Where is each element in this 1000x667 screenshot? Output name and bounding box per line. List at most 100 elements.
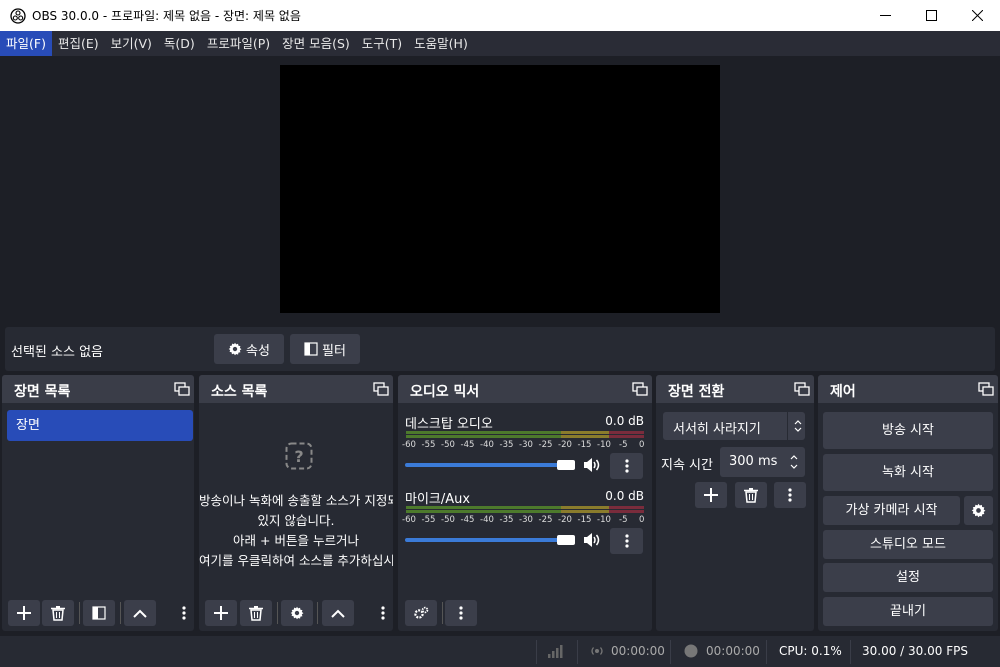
volume-slider[interactable]	[405, 535, 575, 545]
move-source-up-button[interactable]	[322, 600, 354, 626]
channel-db: 0.0 dB	[605, 489, 644, 503]
audio-mixer-dock: 오디오 믹서 데스크탑 오디오 0.0 dB -60 -55 -50 -45 -40 -3…	[398, 375, 652, 631]
add-transition-button[interactable]	[695, 482, 727, 508]
volume-slider-handle[interactable]	[557, 535, 575, 545]
close-button[interactable]	[954, 0, 1000, 31]
menu-scene-collection[interactable]: 장면 모음(S)	[276, 31, 356, 56]
minimize-button[interactable]	[862, 0, 908, 31]
settings-button[interactable]: 설정	[823, 563, 993, 592]
meter-tick: -5	[619, 515, 628, 525]
source-menu-button[interactable]	[377, 600, 389, 626]
mixer-settings-button[interactable]	[405, 600, 437, 626]
undock-icon[interactable]	[373, 382, 389, 396]
remove-source-button[interactable]	[240, 600, 272, 626]
properties-button[interactable]: 속성	[214, 334, 284, 364]
speaker-icon[interactable]	[583, 532, 601, 548]
duration-value: 300 ms	[729, 454, 778, 469]
menu-docks[interactable]: 독(D)	[158, 31, 201, 56]
start-virtual-camera-button[interactable]: 가상 카메라 시작	[823, 496, 960, 525]
add-scene-button[interactable]	[8, 600, 40, 626]
scene-item[interactable]: 장면	[7, 410, 193, 441]
filter-icon	[304, 342, 318, 356]
meter-tick: -40	[480, 440, 494, 450]
meter-tick: -60	[402, 440, 416, 450]
sources-empty-line: 여기를 우클릭하여 소스를 추가하십시오.	[199, 553, 393, 568]
menu-profile[interactable]: 프로파일(P)	[201, 31, 276, 56]
meter-tick: -55	[421, 440, 436, 450]
channel-name: 마이크/Aux	[405, 492, 471, 507]
menu-edit[interactable]: 편집(E)	[52, 31, 105, 56]
sources-empty-line: 있지 않습니다.	[257, 513, 335, 528]
transition-select[interactable]: 서서히 사라지기	[663, 412, 805, 440]
chevron-up-icon	[331, 609, 345, 618]
meter-tick: -15	[577, 515, 592, 525]
speaker-icon[interactable]	[583, 457, 601, 473]
remove-scene-button[interactable]	[42, 600, 74, 626]
remove-transition-button[interactable]	[735, 482, 767, 508]
minimize-icon	[879, 15, 891, 16]
controls-title: 제어	[830, 384, 856, 400]
record-time: 00:00:00	[706, 644, 760, 658]
meter-tick: -25	[538, 515, 553, 525]
meter-tick: -50	[441, 515, 455, 525]
scene-filters-button[interactable]	[83, 600, 115, 626]
volume-meter	[406, 431, 644, 438]
controls-dock: 제어 방송 시작 녹화 시작 가상 카메라 시작 스튜디오 모드 설정 끝내기	[818, 375, 998, 631]
obs-window: OBS 30.0.0 - 프로파일: 제목 없음 - 장면: 제목 없음 파일(…	[0, 0, 1000, 667]
add-source-button[interactable]	[205, 600, 237, 626]
preview-canvas[interactable]	[280, 65, 720, 313]
mixer-menu-button[interactable]	[445, 600, 477, 626]
meter-tick: -55	[421, 515, 436, 525]
undock-icon[interactable]	[632, 382, 648, 396]
volume-slider[interactable]	[405, 460, 575, 470]
maximize-button[interactable]	[908, 0, 954, 31]
maximize-icon	[925, 10, 937, 21]
menu-tools[interactable]: 도구(T)	[356, 31, 408, 56]
meter-tick: 0	[639, 440, 645, 450]
trash-icon	[249, 605, 263, 621]
undock-icon[interactable]	[978, 382, 994, 396]
meter-tick: -35	[499, 515, 514, 525]
more-vertical-icon	[381, 606, 385, 620]
filters-button[interactable]: 필터	[290, 334, 360, 364]
undock-icon[interactable]	[174, 382, 190, 396]
undock-icon[interactable]	[794, 382, 810, 396]
chevron-up-icon	[133, 609, 147, 618]
mixer-title: 오디오 믹서	[410, 384, 480, 400]
exit-button[interactable]: 끝내기	[823, 597, 993, 626]
source-properties-button[interactable]	[281, 600, 313, 626]
signal-bars-icon	[548, 645, 563, 658]
start-recording-button[interactable]: 녹화 시작	[823, 454, 993, 491]
cpu-usage: CPU: 0.1%	[779, 644, 842, 658]
channel-menu-button[interactable]	[610, 453, 643, 479]
plus-icon	[704, 488, 718, 502]
studio-mode-button[interactable]: 스튜디오 모드	[823, 530, 993, 559]
menu-file[interactable]: 파일(F)	[0, 31, 52, 56]
preview-area	[0, 56, 1000, 324]
more-vertical-icon	[624, 534, 629, 548]
scene-menu-button[interactable]	[178, 600, 190, 626]
updown-chevron-icon	[790, 455, 798, 469]
meter-tick: -10	[597, 440, 611, 450]
stream-time: 00:00:00	[611, 644, 665, 658]
virtual-camera-settings-button[interactable]	[964, 496, 993, 525]
title-bar: OBS 30.0.0 - 프로파일: 제목 없음 - 장면: 제목 없음	[0, 0, 1000, 31]
menu-view[interactable]: 보기(V)	[105, 31, 158, 56]
start-streaming-button[interactable]: 방송 시작	[823, 412, 993, 449]
move-scene-up-button[interactable]	[124, 600, 156, 626]
properties-label: 속성	[246, 343, 270, 359]
volume-slider-handle[interactable]	[557, 460, 575, 470]
menu-help[interactable]: 도움말(H)	[408, 31, 474, 56]
plus-icon	[214, 606, 228, 620]
meter-tick: -30	[519, 515, 533, 525]
filter-icon	[92, 606, 106, 620]
duration-spinbox[interactable]: 300 ms	[720, 447, 805, 477]
transition-menu-button[interactable]	[774, 482, 806, 508]
meter-tick: -25	[538, 440, 553, 450]
meter-tick: -20	[558, 515, 572, 525]
channel-menu-button[interactable]	[610, 528, 643, 554]
channel-db: 0.0 dB	[605, 414, 644, 428]
more-vertical-icon	[624, 459, 629, 473]
gears-icon	[414, 606, 429, 619]
context-bar: 선택된 소스 없음 속성 필터	[5, 327, 995, 371]
